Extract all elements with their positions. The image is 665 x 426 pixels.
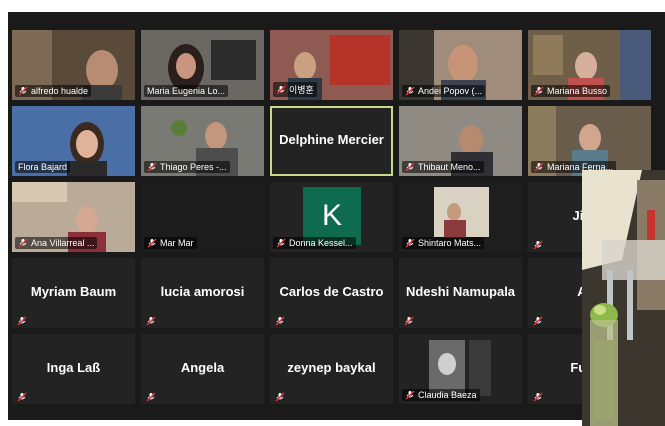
participant-name: Thiago Peres -... bbox=[160, 162, 227, 172]
participant-name-label: Thiago Peres -... bbox=[144, 161, 230, 173]
mic-muted-icon bbox=[18, 238, 28, 248]
participant-name: Flora Bajard bbox=[18, 162, 68, 172]
participant-name: Maria Eugenia Lo... bbox=[147, 86, 226, 96]
participant-tile[interactable]: Mar Mar bbox=[141, 182, 264, 252]
participant-tile[interactable]: Ana Villarreal ... bbox=[12, 182, 135, 252]
participant-tile[interactable]: Maria Eugenia Lo... bbox=[141, 30, 264, 100]
participant-tile[interactable]: Myriam Baum bbox=[12, 258, 135, 328]
mic-muted-icon bbox=[147, 162, 157, 172]
participant-tile[interactable]: Flora Bajard bbox=[12, 106, 135, 176]
mic-muted-icon bbox=[18, 86, 28, 96]
participant-tile[interactable]: K Donna Kessel... bbox=[270, 182, 393, 252]
participant-name: Myriam Baum bbox=[30, 284, 117, 299]
participant-name: Ana Villarreal ... bbox=[31, 238, 95, 248]
mic-muted-icon bbox=[275, 389, 285, 402]
participant-name: Angela bbox=[180, 360, 225, 375]
participant-name-label: Donna Kessel... bbox=[273, 237, 356, 249]
participant-name: Carlos de Castro bbox=[279, 284, 384, 299]
participant-tile[interactable]: alfredo hualde bbox=[12, 30, 135, 100]
participant-name: alfredo hualde bbox=[31, 86, 89, 96]
participant-name: Donna Kessel... bbox=[289, 238, 353, 248]
participant-name: Ndeshi Namupala bbox=[405, 284, 516, 299]
participant-name: Shintaro Mats... bbox=[418, 238, 482, 248]
mic-muted-icon bbox=[17, 389, 27, 402]
participant-name-label: Ana Villarreal ... bbox=[15, 237, 98, 249]
participant-tile[interactable]: Shintaro Mats... bbox=[399, 182, 522, 252]
participant-tile[interactable]: Thibaut Meno... bbox=[399, 106, 522, 176]
participant-name-label: 이병훈 bbox=[273, 82, 317, 97]
mic-muted-icon bbox=[276, 85, 286, 95]
participant-name: Mariana Busso bbox=[547, 86, 608, 96]
mic-muted-icon bbox=[534, 86, 544, 96]
mic-muted-icon bbox=[534, 162, 544, 172]
mic-muted-icon bbox=[146, 389, 156, 402]
participant-tile[interactable]: Thiago Peres -... bbox=[141, 106, 264, 176]
participant-name-label: Flora Bajard bbox=[15, 161, 71, 173]
mic-muted-icon bbox=[405, 86, 415, 96]
participant-tile[interactable]: Angela bbox=[141, 334, 264, 404]
mic-muted-icon bbox=[146, 313, 156, 326]
participant-name-label: alfredo hualde bbox=[15, 85, 92, 97]
mic-muted-icon bbox=[275, 313, 285, 326]
self-view-video bbox=[582, 170, 665, 426]
gallery-view: alfredo hualde Maria Eugenia Lo... 이병훈 Ande… bbox=[8, 12, 665, 420]
participant-name: Inga Laß bbox=[46, 360, 101, 375]
participant-name: Claudia Baeza bbox=[418, 390, 477, 400]
participant-tile[interactable]: Claudia Baeza bbox=[399, 334, 522, 404]
participant-tile[interactable]: Mariana Busso bbox=[528, 30, 651, 100]
participant-name-label: Andei Popov (... bbox=[402, 85, 486, 97]
participant-tile[interactable]: Carlos de Castro bbox=[270, 258, 393, 328]
participant-name: 이병훈 bbox=[289, 85, 314, 95]
mic-muted-icon bbox=[533, 237, 543, 250]
participant-name-label: Claudia Baeza bbox=[402, 389, 480, 401]
mic-muted-icon bbox=[405, 390, 415, 400]
participant-tile[interactable]: Inga Laß bbox=[12, 334, 135, 404]
participant-tile[interactable]: Andei Popov (... bbox=[399, 30, 522, 100]
mic-muted-icon bbox=[405, 162, 415, 172]
participant-tile[interactable]: zeynep baykal bbox=[270, 334, 393, 404]
participant-name: zeynep baykal bbox=[287, 360, 376, 375]
mic-muted-icon bbox=[405, 238, 415, 248]
participant-name: Thibaut Meno... bbox=[418, 162, 481, 172]
participant-name-label: Maria Eugenia Lo... bbox=[144, 85, 229, 97]
mic-muted-icon bbox=[533, 389, 543, 402]
participant-name: lucia amorosi bbox=[160, 284, 245, 299]
participant-name-label: Shintaro Mats... bbox=[402, 237, 485, 249]
mic-muted-icon bbox=[276, 238, 286, 248]
mic-muted-icon bbox=[17, 313, 27, 326]
mic-muted-icon bbox=[147, 238, 157, 248]
participant-name-label: Mariana Busso bbox=[531, 85, 611, 97]
participant-name: Andei Popov (... bbox=[418, 86, 483, 96]
mic-muted-icon bbox=[533, 313, 543, 326]
participant-tile[interactable]: Mariana Ferna... bbox=[528, 106, 651, 176]
participant-tile[interactable]: lucia amorosi bbox=[141, 258, 264, 328]
participant-tile[interactable]: 이병훈 bbox=[270, 30, 393, 100]
participant-name-label: Mar Mar bbox=[144, 237, 197, 249]
participant-name: Delphine Mercier bbox=[279, 132, 384, 147]
participant-tile[interactable]: Delphine Mercier bbox=[270, 106, 393, 176]
participant-name-label: Thibaut Meno... bbox=[402, 161, 484, 173]
participant-tile[interactable]: Ndeshi Namupala bbox=[399, 258, 522, 328]
mic-muted-icon bbox=[404, 313, 414, 326]
participant-name: Mar Mar bbox=[160, 238, 194, 248]
